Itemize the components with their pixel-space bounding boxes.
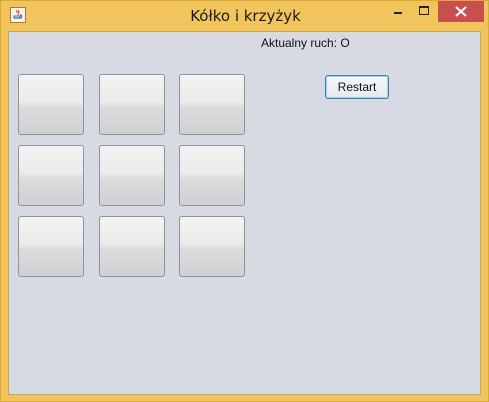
board-cell-1-1[interactable] [18,74,84,135]
board-cell-1-3[interactable] [179,74,245,135]
current-turn-label: Aktualny ruch: O [261,36,350,50]
app-window: Kółko i krzyżyk Aktualny ruch: O Restart [0,0,489,402]
close-button[interactable] [438,1,484,22]
title-bar[interactable]: Kółko i krzyżyk [1,1,488,31]
restart-button[interactable]: Restart [325,75,389,99]
board-cell-3-1[interactable] [18,216,84,277]
close-icon [455,6,467,17]
maximize-button[interactable] [411,1,437,22]
board-cell-1-2[interactable] [99,74,165,135]
board-cell-3-2[interactable] [99,216,165,277]
board-cell-3-3[interactable] [179,216,245,277]
maximize-icon [419,6,429,15]
minimize-button[interactable] [385,1,411,22]
board-cell-2-3[interactable] [179,145,245,206]
game-panel: Aktualny ruch: O Restart [8,31,481,395]
board-cell-2-2[interactable] [99,145,165,206]
minimize-icon [394,12,402,14]
board-cell-2-1[interactable] [18,145,84,206]
